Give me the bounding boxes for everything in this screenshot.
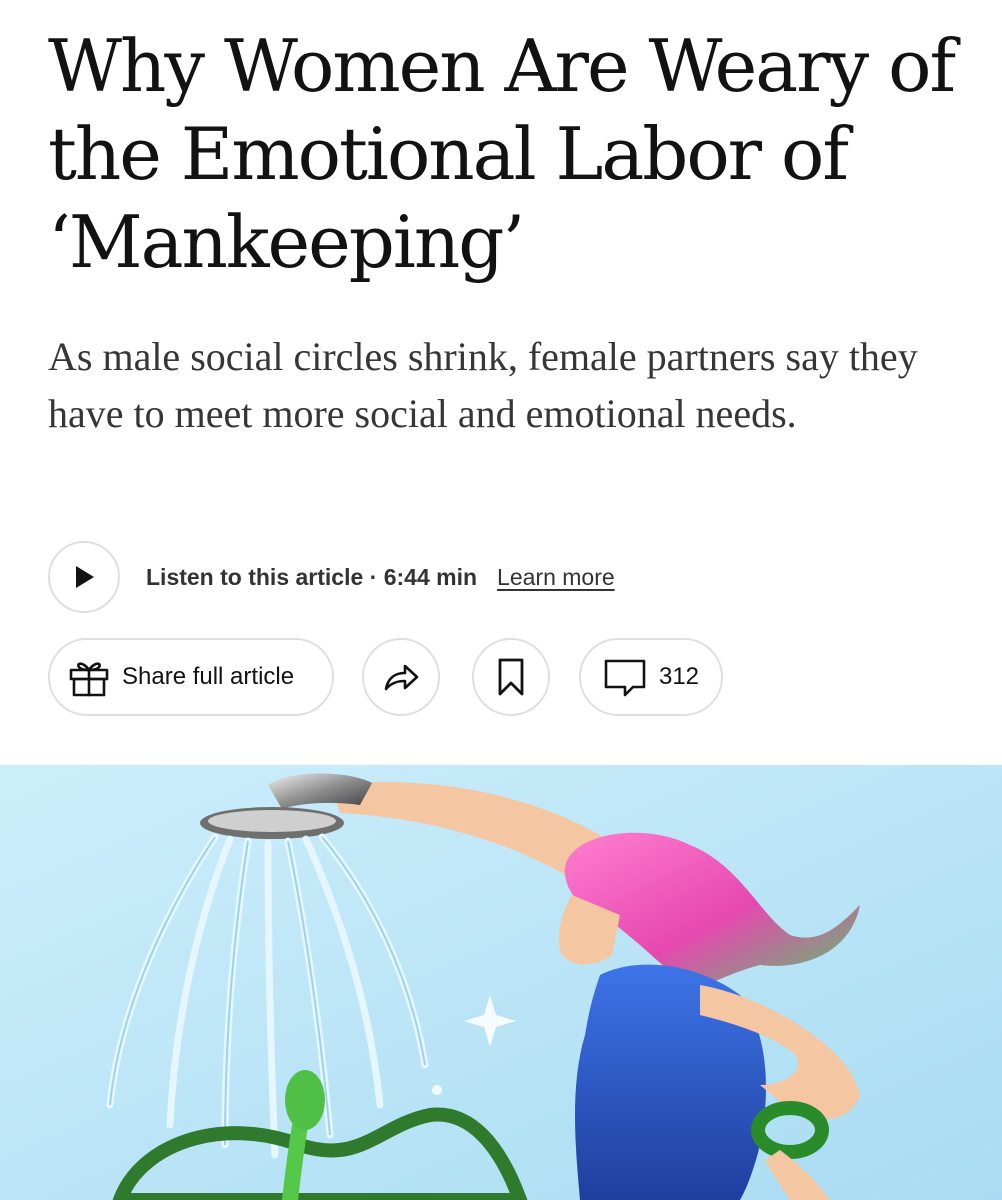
comment-bubble-icon	[604, 659, 646, 697]
article-illustration	[0, 765, 1002, 1200]
share-button[interactable]	[362, 638, 440, 716]
comment-count: 312	[658, 663, 700, 690]
bookmark-icon	[498, 658, 524, 696]
share-arrow-icon	[384, 664, 419, 691]
comments-button[interactable]: 312	[579, 638, 723, 716]
article-headline: Why Women Are Weary of the Emotional Lab…	[48, 24, 956, 284]
share-full-article-button[interactable]: Share full article	[48, 638, 334, 716]
learn-more-link[interactable]: Learn more	[497, 564, 615, 591]
listen-label[interactable]: Listen to this article · 6:44 min	[146, 564, 477, 591]
article-summary: As male social circles shrink, female pa…	[48, 334, 918, 436]
play-icon	[76, 566, 94, 588]
gift-icon	[69, 662, 109, 697]
audio-player: Listen to this article · 6:44 min Learn …	[48, 540, 615, 614]
illustration-art	[0, 765, 1002, 1200]
share-label: Share full article	[122, 663, 295, 690]
play-button[interactable]	[48, 541, 120, 613]
article-page: Why Women Are Weary of the Emotional Lab…	[0, 0, 1002, 1200]
save-button[interactable]	[472, 638, 550, 716]
